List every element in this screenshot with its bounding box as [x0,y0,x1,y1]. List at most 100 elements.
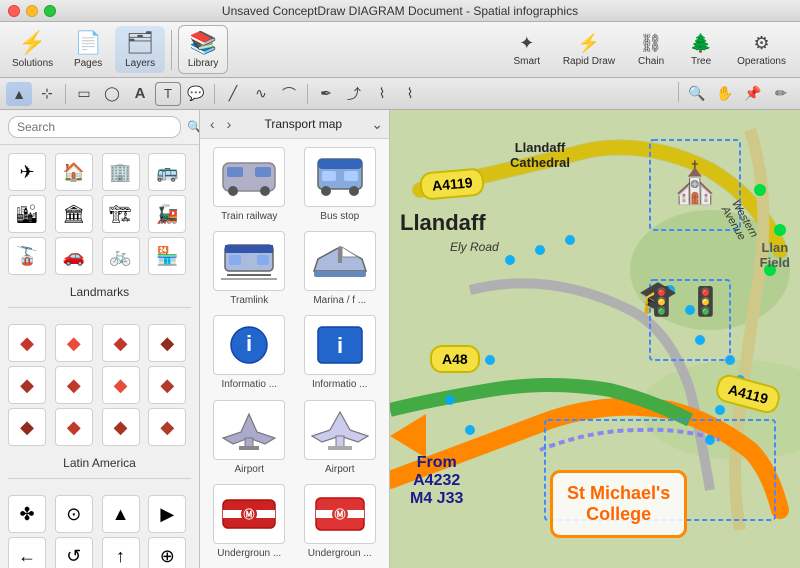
rapid-draw-label: Rapid Draw [563,56,615,67]
st-michaels-box[interactable]: St Michael'sCollege [550,470,687,538]
list-item[interactable]: ↑ [102,537,140,568]
list-item[interactable]: 🏛 [55,195,93,233]
nav-dropdown-button[interactable]: ⌄ [371,116,383,133]
canvas-area[interactable]: A4119 A48 A4119 Llandaff Cathedral Lland… [390,110,800,568]
hand-tool[interactable]: ✋ [712,82,738,106]
mid-panel: ‹ › Transport map ⌄ Train railwa [200,110,390,568]
tree-button[interactable]: 🌲 Tree [677,29,725,71]
chain-button[interactable]: ⛓ Chain [627,29,675,71]
library-button[interactable]: 📚 Library [178,25,228,74]
pointer-tool[interactable]: ⊹ [34,82,60,106]
list-item[interactable]: ↺ [55,537,93,568]
maximize-button[interactable] [44,5,56,17]
tool-sep-1 [65,84,66,104]
select-tool[interactable]: ▲ [6,82,32,106]
list-item[interactable]: ◆ [55,408,93,446]
list-item[interactable]: ◆ [148,408,186,446]
callout-tool[interactable]: 💬 [183,82,209,106]
pin-tool[interactable]: 📌 [740,82,766,106]
close-button[interactable] [8,5,20,17]
shapes-scroll: ✈ 🏠 🏢 🚌 🏙 🏛 🏗 🚂 🚡 🚗 🚲 🏪 Landmarks [0,145,199,568]
list-item[interactable]: 🚡 [8,237,46,275]
list-item[interactable]: 🚲 [102,237,140,275]
pages-button[interactable]: 📄 Pages [63,26,113,73]
search-tool[interactable]: 🔍 [684,82,710,106]
list-item[interactable]: ✈ [8,153,46,191]
list-item[interactable]: ◆ [148,324,186,362]
line-tool[interactable]: ╱ [220,82,246,106]
list-item[interactable]: ◆ [102,324,140,362]
shape-card-underground1[interactable]: Ⓜ Undergroun ... [208,484,291,560]
pages-icon: 📄 [74,30,101,56]
shape-card-info1[interactable]: i Informatio ... [208,315,291,391]
shape-card-airport2[interactable]: Airport [299,400,382,476]
solutions-button[interactable]: ⚡ Solutions [4,26,61,73]
operations-button[interactable]: ⚙ Operations [727,29,796,71]
shape-card-train[interactable]: Train railway [208,147,291,223]
shape-card-img [304,231,376,291]
list-item[interactable]: ← [8,537,46,568]
list-item[interactable]: 🏪 [148,237,186,275]
curve-tool[interactable]: ∿ [248,82,274,106]
landmarks-label: Landmarks [8,281,191,308]
chain-icon: ⛓ [640,33,663,54]
text-t-tool[interactable]: T [155,82,181,106]
list-item[interactable]: ⊙ [55,495,93,533]
nav-forward-button[interactable]: › [223,114,236,134]
shape-card-marina[interactable]: Marina / f ... [299,231,382,307]
landmarks-grid: ✈ 🏠 🏢 🚌 🏙 🏛 🏗 🚂 🚡 🚗 🚲 🏪 [8,153,191,275]
arc-tool[interactable]: ⌒ [276,82,302,106]
list-item[interactable]: ◆ [8,408,46,446]
pen-tool[interactable]: ✒ [313,82,339,106]
text-a-tool[interactable]: A [127,82,153,106]
window-title: Unsaved ConceptDraw DIAGRAM Document - S… [222,4,578,18]
layers-button[interactable]: 🗂 Layers [115,26,165,73]
list-item[interactable]: ◆ [102,408,140,446]
chain-label: Chain [638,56,664,67]
list-item[interactable]: ▶ [148,495,186,533]
list-item[interactable]: 🚂 [148,195,186,233]
pencil-tool[interactable]: ✏ [768,82,794,106]
list-item[interactable]: 🏠 [55,153,93,191]
map-symbols-group: ✤ ⊙ ▲ ▶ ← ↺ ↑ ⊕ ⊗ ▬ ◎ ◉ Map Symbols [0,487,199,568]
list-item[interactable]: 🚗 [55,237,93,275]
ellipse-tool[interactable]: ◯ [99,82,125,106]
shape-card-bus[interactable]: Bus stop [299,147,382,223]
search-input[interactable] [8,116,181,138]
shape-card-img [213,400,285,460]
shape-card-tram[interactable]: Tramlink [208,231,291,307]
canvas-content: A4119 A48 A4119 Llandaff Cathedral Lland… [390,110,800,568]
list-item[interactable]: 🏢 [102,153,140,191]
smart-button[interactable]: ✦ Smart [503,29,551,71]
shape-card-underground2[interactable]: Ⓜ Undergroun ... [299,484,382,560]
solutions-label: Solutions [12,58,53,69]
list-item[interactable]: ◆ [55,324,93,362]
list-item[interactable]: ◆ [55,366,93,404]
list-item[interactable]: ◆ [8,324,46,362]
list-item[interactable]: ✤ [8,495,46,533]
list-item[interactable]: ⊕ [148,537,186,568]
list-item[interactable]: 🚌 [148,153,186,191]
rectangle-tool[interactable]: ▭ [71,82,97,106]
rapid-draw-button[interactable]: ⚡ Rapid Draw [553,29,625,71]
list-item[interactable]: ◆ [8,366,46,404]
minimize-button[interactable] [26,5,38,17]
toolrow: ▲ ⊹ ▭ ◯ A T 💬 ╱ ∿ ⌒ ✒ ⤴ ⌇ ⌇ 🔍 ✋ 📌 ✏ [0,78,800,110]
shape-card-info2[interactable]: i Informatio ... [299,315,382,391]
connect-tool-1[interactable]: ⤴ [341,82,367,106]
list-item[interactable]: 🏗 [102,195,140,233]
connect-tool-2[interactable]: ⌇ [369,82,395,106]
tree-label: Tree [691,56,711,67]
list-item[interactable]: 🏙 [8,195,46,233]
nav-back-button[interactable]: ‹ [206,114,219,134]
shape-card-img: i [304,315,376,375]
mid-shapes-grid: Train railway Bus stop [200,139,389,568]
connect-tool-3[interactable]: ⌇ [397,82,423,106]
shape-card-label: Undergroun ... [308,548,372,559]
list-item[interactable]: ◆ [148,366,186,404]
list-item[interactable]: ◆ [102,366,140,404]
cathedral-icon: ⛪ [670,160,720,207]
list-item[interactable]: ▲ [102,495,140,533]
ely-road-label: Ely Road [450,240,499,254]
shape-card-airport1[interactable]: Airport [208,400,291,476]
